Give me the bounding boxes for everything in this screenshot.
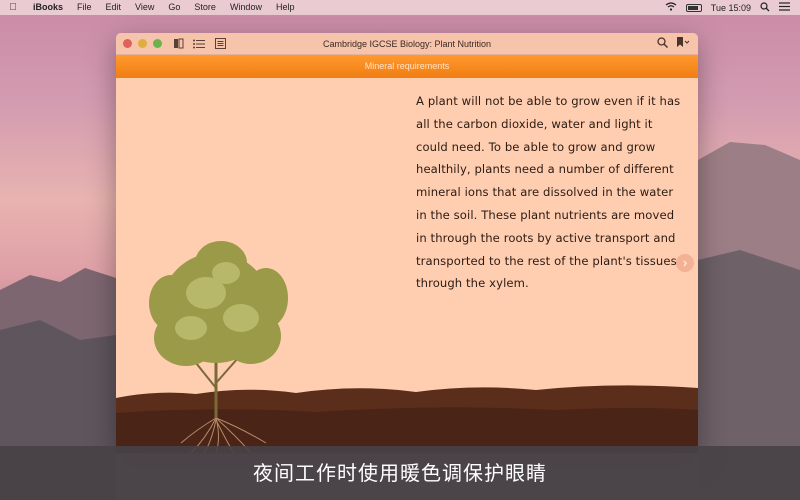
ibooks-window: Cambridge IGCSE Biology: Plant Nutrition…	[116, 33, 698, 453]
notes-icon[interactable]	[214, 38, 226, 49]
page-body-text: A plant will not be able to grow even if…	[416, 94, 681, 291]
menu-edit[interactable]: Edit	[99, 0, 129, 15]
bookmark-icon[interactable]	[676, 36, 690, 51]
menu-window[interactable]: Window	[223, 0, 269, 15]
menu-go[interactable]: Go	[161, 0, 187, 15]
menu-view[interactable]: View	[128, 0, 161, 15]
menu-bar:  iBooks File Edit View Go Store Window …	[0, 0, 800, 15]
menu-app-name[interactable]: iBooks	[26, 0, 70, 15]
notifications-icon[interactable]	[779, 2, 790, 13]
spotlight-icon[interactable]	[760, 1, 770, 14]
window-titlebar: Cambridge IGCSE Biology: Plant Nutrition	[116, 33, 698, 55]
promo-caption: 夜间工作时使用暖色调保护眼睛	[0, 446, 800, 500]
apple-icon[interactable]: 	[0, 2, 26, 13]
search-icon[interactable]	[657, 36, 668, 51]
library-icon[interactable]	[172, 38, 184, 49]
minimize-button[interactable]	[138, 39, 147, 48]
close-button[interactable]	[123, 39, 132, 48]
battery-icon[interactable]	[685, 3, 702, 12]
menu-clock[interactable]: Tue 15:09	[711, 3, 751, 13]
menu-store[interactable]: Store	[187, 0, 223, 15]
fullscreen-button[interactable]	[153, 39, 162, 48]
wifi-icon[interactable]	[665, 2, 677, 13]
chapter-title-bar: Mineral requirements	[116, 55, 698, 78]
menu-help[interactable]: Help	[269, 0, 302, 15]
next-page-icon[interactable]: ›	[676, 254, 694, 272]
toc-icon[interactable]	[193, 38, 205, 49]
book-page: A plant will not be able to grow even if…	[116, 78, 698, 453]
traffic-lights	[116, 39, 162, 48]
menu-file[interactable]: File	[70, 0, 99, 15]
